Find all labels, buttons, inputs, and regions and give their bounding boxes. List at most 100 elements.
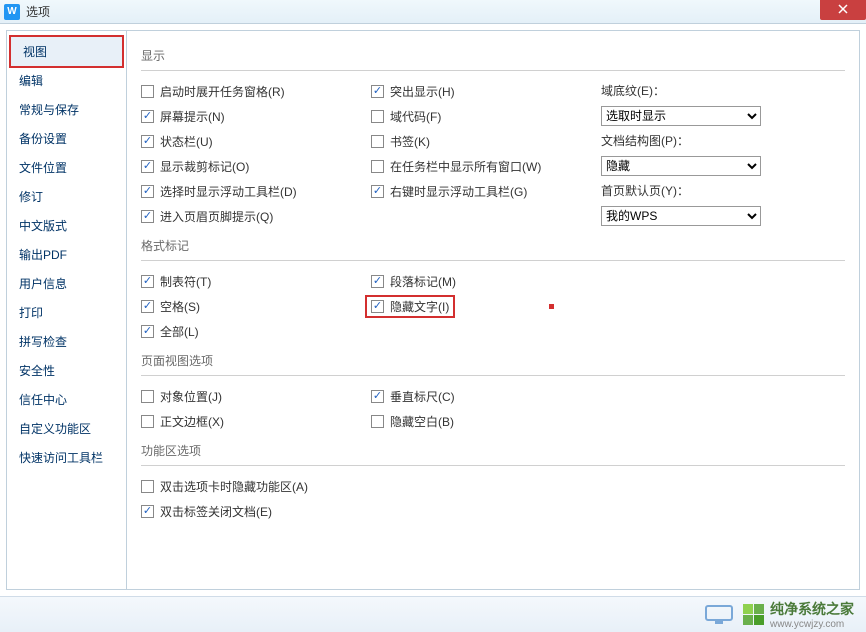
checkbox-taskbar-windows[interactable] bbox=[371, 160, 384, 173]
checkbox-label: 选择时显示浮动工具栏(D) bbox=[160, 183, 297, 200]
content-panel: 显示 启动时展开任务窗格(R) 突出显示(H) 域底纹(E)： 屏幕提示(N) … bbox=[127, 31, 859, 589]
checkbox-dblclick-close-doc[interactable] bbox=[141, 505, 154, 518]
checkbox-cropmarks[interactable] bbox=[141, 160, 154, 173]
select-docmap[interactable]: 隐藏 bbox=[601, 156, 761, 176]
sidebar-item-security[interactable]: 安全性 bbox=[7, 356, 126, 385]
footer-monitor-icon bbox=[703, 604, 735, 626]
checkbox-text-border[interactable] bbox=[141, 415, 154, 428]
field-label-homepage: 首页默认页(Y)： bbox=[601, 182, 689, 199]
titlebar: W 选项 bbox=[0, 0, 866, 24]
checkbox-label: 制表符(T) bbox=[160, 273, 211, 290]
dialog-body: 视图 编辑 常规与保存 备份设置 文件位置 修订 中文版式 输出PDF 用户信息… bbox=[6, 30, 860, 590]
brand-logo-icon bbox=[743, 604, 764, 625]
sidebar-item-backup[interactable]: 备份设置 bbox=[7, 124, 126, 153]
select-field-shading[interactable]: 选取时显示 bbox=[601, 106, 761, 126]
footer: 纯净系统之家 www.ycwjzy.com bbox=[0, 596, 866, 632]
brand-url: www.ycwjzy.com bbox=[770, 619, 854, 630]
checkbox-label: 屏幕提示(N) bbox=[160, 108, 225, 125]
brand: 纯净系统之家 www.ycwjzy.com bbox=[743, 599, 854, 630]
window-title: 选项 bbox=[26, 3, 50, 20]
sidebar-item-label: 信任中心 bbox=[19, 393, 67, 407]
section-title-ribbon: 功能区选项 bbox=[141, 442, 845, 461]
checkbox-label: 双击选项卡时隐藏功能区(A) bbox=[160, 478, 308, 495]
checkbox-label: 对象位置(J) bbox=[160, 388, 222, 405]
checkbox-all[interactable] bbox=[141, 325, 154, 338]
sidebar-item-file-location[interactable]: 文件位置 bbox=[7, 153, 126, 182]
sidebar-item-customize-ribbon[interactable]: 自定义功能区 bbox=[7, 414, 126, 443]
checkbox-dblclick-hide-ribbon[interactable] bbox=[141, 480, 154, 493]
sidebar-item-output-pdf[interactable]: 输出PDF bbox=[7, 240, 126, 269]
sidebar-item-quick-access[interactable]: 快速访问工具栏 bbox=[7, 443, 126, 472]
checkbox-label: 突出显示(H) bbox=[390, 83, 455, 100]
checkbox-hidden-text[interactable] bbox=[371, 300, 384, 313]
sidebar-item-label: 备份设置 bbox=[19, 132, 67, 146]
sidebar-item-label: 视图 bbox=[23, 45, 47, 59]
close-button[interactable] bbox=[820, 0, 866, 20]
section-title-page-view: 页面视图选项 bbox=[141, 352, 845, 371]
checkbox-rightclick-minibar[interactable] bbox=[371, 185, 384, 198]
sidebar-item-chinese-layout[interactable]: 中文版式 bbox=[7, 211, 126, 240]
section-title-format-marks: 格式标记 bbox=[141, 237, 845, 256]
checkbox-field-codes[interactable] bbox=[371, 110, 384, 123]
checkbox-label: 进入页眉页脚提示(Q) bbox=[160, 208, 273, 225]
checkbox-bookmarks[interactable] bbox=[371, 135, 384, 148]
sidebar-item-revision[interactable]: 修订 bbox=[7, 182, 126, 211]
checkbox-statusbar[interactable] bbox=[141, 135, 154, 148]
checkbox-label: 空格(S) bbox=[160, 298, 200, 315]
sidebar-item-edit[interactable]: 编辑 bbox=[7, 66, 126, 95]
checkbox-label: 段落标记(M) bbox=[390, 273, 456, 290]
checkbox-label: 域代码(F) bbox=[390, 108, 441, 125]
section-format-marks: 制表符(T) 段落标记(M) 空格(S) 隐藏文字(I) 全部(L) bbox=[141, 260, 845, 342]
checkbox-label: 右键时显示浮动工具栏(G) bbox=[390, 183, 527, 200]
checkbox-screentip[interactable] bbox=[141, 110, 154, 123]
sidebar-item-label: 编辑 bbox=[19, 74, 43, 88]
sidebar-item-label: 中文版式 bbox=[19, 219, 67, 233]
checkbox-select-minibar[interactable] bbox=[141, 185, 154, 198]
section-page-view: 对象位置(J) 垂直标尺(C) 正文边框(X) 隐藏空白(B) bbox=[141, 375, 845, 432]
sidebar-item-general-save[interactable]: 常规与保存 bbox=[7, 95, 126, 124]
checkbox-label: 隐藏文字(I) bbox=[390, 298, 449, 315]
checkbox-highlight[interactable] bbox=[371, 85, 384, 98]
checkbox-label: 显示裁剪标记(O) bbox=[160, 158, 249, 175]
field-label-shading: 域底纹(E)： bbox=[601, 82, 665, 99]
section-display: 启动时展开任务窗格(R) 突出显示(H) 域底纹(E)： 屏幕提示(N) 域代码… bbox=[141, 70, 845, 227]
checkbox-space[interactable] bbox=[141, 300, 154, 313]
field-label-docmap: 文档结构图(P)： bbox=[601, 132, 689, 149]
section-ribbon: 双击选项卡时隐藏功能区(A) 双击标签关闭文档(E) bbox=[141, 465, 845, 522]
sidebar-item-label: 常规与保存 bbox=[19, 103, 79, 117]
brand-name: 纯净系统之家 bbox=[770, 599, 854, 619]
checkbox-startup-taskpane[interactable] bbox=[141, 85, 154, 98]
checkbox-label: 垂直标尺(C) bbox=[390, 388, 455, 405]
checkbox-vertical-ruler[interactable] bbox=[371, 390, 384, 403]
sidebar-item-label: 快速访问工具栏 bbox=[19, 451, 103, 465]
sidebar-item-label: 打印 bbox=[19, 306, 43, 320]
sidebar-item-view[interactable]: 视图 bbox=[9, 35, 124, 68]
checkbox-label: 双击标签关闭文档(E) bbox=[160, 503, 272, 520]
checkbox-hide-blank[interactable] bbox=[371, 415, 384, 428]
checkbox-tab[interactable] bbox=[141, 275, 154, 288]
sidebar-item-label: 安全性 bbox=[19, 364, 55, 378]
checkbox-header-footer-tip[interactable] bbox=[141, 210, 154, 223]
highlight-hidden-text: 隐藏文字(I) bbox=[365, 295, 455, 318]
checkbox-paragraph[interactable] bbox=[371, 275, 384, 288]
sidebar-item-print[interactable]: 打印 bbox=[7, 298, 126, 327]
sidebar-item-spellcheck[interactable]: 拼写检查 bbox=[7, 327, 126, 356]
section-title-display: 显示 bbox=[141, 47, 845, 66]
app-icon: W bbox=[4, 4, 20, 20]
sidebar-item-label: 自定义功能区 bbox=[19, 422, 91, 436]
checkbox-label: 状态栏(U) bbox=[160, 133, 213, 150]
checkbox-label: 书签(K) bbox=[390, 133, 430, 150]
sidebar-item-label: 用户信息 bbox=[19, 277, 67, 291]
checkbox-label: 启动时展开任务窗格(R) bbox=[160, 83, 285, 100]
close-icon bbox=[838, 4, 848, 14]
checkbox-object-pos[interactable] bbox=[141, 390, 154, 403]
sidebar-item-trust-center[interactable]: 信任中心 bbox=[7, 385, 126, 414]
sidebar: 视图 编辑 常规与保存 备份设置 文件位置 修订 中文版式 输出PDF 用户信息… bbox=[7, 31, 127, 589]
sidebar-item-label: 文件位置 bbox=[19, 161, 67, 175]
annotation-dot bbox=[549, 304, 554, 309]
sidebar-item-label: 拼写检查 bbox=[19, 335, 67, 349]
sidebar-item-user-info[interactable]: 用户信息 bbox=[7, 269, 126, 298]
checkbox-label: 全部(L) bbox=[160, 323, 199, 340]
select-homepage[interactable]: 我的WPS bbox=[601, 206, 761, 226]
sidebar-item-label: 输出PDF bbox=[19, 248, 67, 262]
